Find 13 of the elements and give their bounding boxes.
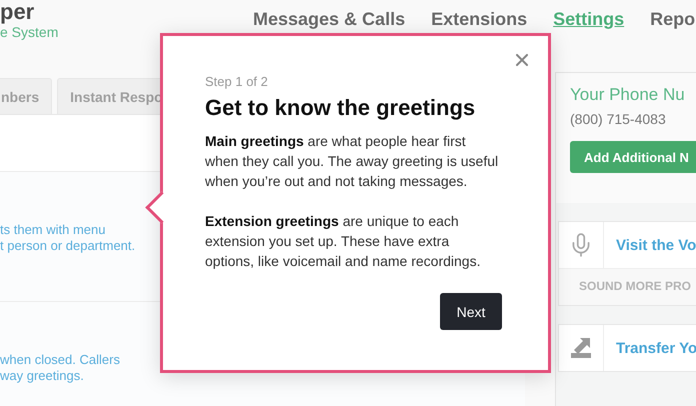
logo-text: per [0,0,34,24]
popup-paragraph: Extension greetings are unique to each extension you set up. These have extra options, like voicemail and name recordings. [205,212,482,271]
description-line: t person or department. [0,238,136,254]
description-line: way greetings. [0,368,84,384]
popup-title: Get to know the greetings [205,95,476,121]
description-line: when closed. Callers [0,352,120,368]
feature-caption: SOUND MORE PRO [559,268,696,305]
logo-tagline: e System [0,24,58,40]
step-counter: Step 1 of 2 [205,74,268,89]
description-line: ts them with menu [0,222,106,238]
popup-paragraph: Main greetings are what people hear first when they call you. The away greeting is useful when you’re out and not taking messages. [205,132,500,191]
panel-title: Your Phone Nu [570,85,686,105]
phone-number: (800) 715-4083 [570,111,667,127]
